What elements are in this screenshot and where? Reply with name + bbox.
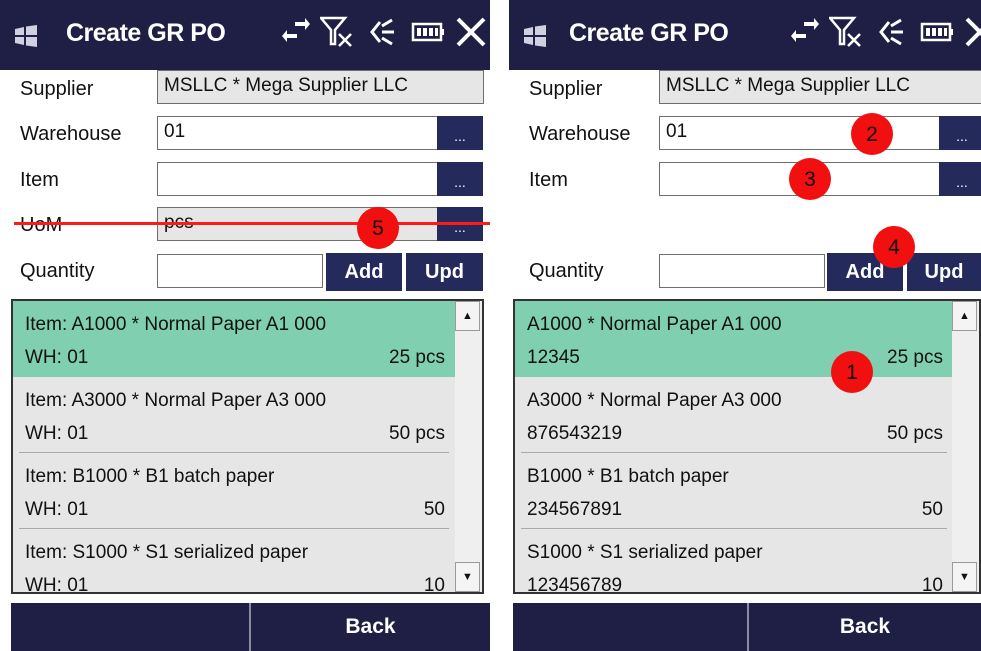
list-item-title: Item: B1000 * B1 batch paper bbox=[25, 466, 275, 487]
list-item-code: 123456789 bbox=[527, 575, 623, 594]
list-item-quantity: 50 pcs bbox=[887, 423, 943, 444]
item-list[interactable]: Item: A1000 * Normal Paper A1 000 WH: 01… bbox=[11, 299, 484, 594]
scroll-down-icon[interactable]: ▼ bbox=[952, 562, 977, 592]
list-item-title: A3000 * Normal Paper A3 000 bbox=[527, 390, 782, 411]
windows-logo-icon[interactable] bbox=[523, 25, 547, 47]
sync-icon bbox=[282, 18, 310, 42]
list-item[interactable]: Item: A1000 * Normal Paper A1 000 WH: 01… bbox=[13, 301, 455, 377]
page-title: Create GR PO bbox=[569, 19, 729, 47]
left-screen: Create GR PO Supplier MSLLC * Mega Suppl… bbox=[0, 0, 490, 651]
item-label: Item bbox=[20, 169, 59, 191]
close-icon[interactable] bbox=[964, 16, 981, 48]
update-button[interactable]: Upd bbox=[406, 253, 483, 291]
page-title: Create GR PO bbox=[66, 19, 226, 47]
no-signal-icon bbox=[829, 16, 861, 47]
list-item-quantity: 10 bbox=[921, 575, 943, 594]
list-item-warehouse: WH: 01 bbox=[25, 575, 89, 594]
list-item-quantity: 10 bbox=[423, 575, 445, 594]
annotation-marker: 3 bbox=[789, 158, 831, 200]
windows-logo-icon[interactable] bbox=[14, 25, 38, 47]
warehouse-lookup-button[interactable]: ... bbox=[437, 116, 483, 150]
back-button[interactable]: Back bbox=[749, 603, 981, 651]
item-lookup-button[interactable]: ... bbox=[939, 162, 981, 196]
battery-icon bbox=[920, 22, 953, 42]
list-item[interactable]: Item: B1000 * B1 batch paper WH: 01 50 bbox=[13, 453, 455, 529]
list-item-title: Item: A3000 * Normal Paper A3 000 bbox=[25, 390, 327, 411]
list-item-title: S1000 * S1 serialized paper bbox=[527, 542, 763, 563]
list-item[interactable]: Item: S1000 * S1 serialized paper WH: 01… bbox=[13, 529, 455, 594]
scroll-up-icon[interactable]: ▲ bbox=[455, 301, 480, 331]
list-item-quantity: 50 bbox=[921, 499, 943, 520]
list-item-code: 12345 bbox=[527, 347, 580, 368]
warehouse-label: Warehouse bbox=[20, 123, 122, 145]
warehouse-field[interactable]: 01 bbox=[659, 116, 940, 150]
supplier-field: MSLLC * Mega Supplier LLC bbox=[659, 70, 981, 104]
back-button[interactable]: Back bbox=[251, 603, 490, 651]
update-button[interactable]: Upd bbox=[907, 253, 981, 291]
add-button[interactable]: Add bbox=[326, 253, 402, 291]
supplier-label: Supplier bbox=[529, 78, 603, 100]
list-item-title: Item: A1000 * Normal Paper A1 000 bbox=[25, 314, 327, 335]
list-item-title: A1000 * Normal Paper A1 000 bbox=[527, 314, 782, 335]
warehouse-lookup-button[interactable]: ... bbox=[939, 116, 981, 150]
list-item[interactable]: A3000 * Normal Paper A3 000 876543219 50… bbox=[515, 377, 953, 453]
list-item-quantity: 50 bbox=[423, 499, 445, 520]
list-item-code: 876543219 bbox=[527, 423, 623, 444]
list-item[interactable]: S1000 * S1 serialized paper 123456789 10 bbox=[515, 529, 953, 594]
bottom-bar: Back bbox=[513, 603, 981, 651]
close-icon[interactable] bbox=[455, 16, 487, 48]
speaker-icon bbox=[879, 18, 903, 46]
item-field[interactable] bbox=[157, 162, 438, 196]
list-item-warehouse: WH: 01 bbox=[25, 499, 89, 520]
supplier-field: MSLLC * Mega Supplier LLC bbox=[157, 70, 484, 104]
scroll-up-icon[interactable]: ▲ bbox=[952, 301, 977, 331]
quantity-field[interactable] bbox=[659, 254, 825, 288]
annotation-marker: 2 bbox=[851, 113, 893, 155]
supplier-label: Supplier bbox=[20, 78, 94, 100]
scrollbar[interactable]: ▲ ▼ bbox=[952, 301, 979, 592]
warehouse-label: Warehouse bbox=[529, 123, 631, 145]
annotation-marker: 5 bbox=[357, 207, 399, 249]
quantity-label: Quantity bbox=[529, 260, 604, 282]
scroll-down-icon[interactable]: ▼ bbox=[455, 562, 480, 592]
annotation-marker: 4 bbox=[873, 226, 915, 268]
list-item-title: B1000 * B1 batch paper bbox=[527, 466, 729, 487]
list-item-quantity: 25 pcs bbox=[389, 347, 445, 368]
quantity-field[interactable] bbox=[157, 254, 323, 288]
list-item-title: Item: S1000 * S1 serialized paper bbox=[25, 542, 309, 563]
warehouse-field[interactable]: 01 bbox=[157, 116, 438, 150]
quantity-label: Quantity bbox=[20, 260, 95, 282]
list-item-quantity: 50 pcs bbox=[389, 423, 445, 444]
strikethrough-line bbox=[14, 222, 490, 225]
list-item-quantity: 25 pcs bbox=[887, 347, 943, 368]
item-label: Item bbox=[529, 169, 568, 191]
item-list[interactable]: A1000 * Normal Paper A1 000 12345 25 pcs… bbox=[513, 299, 981, 594]
uom-label: UoM bbox=[20, 214, 63, 236]
annotation-marker: 1 bbox=[831, 351, 873, 393]
list-item[interactable]: A1000 * Normal Paper A1 000 12345 25 pcs bbox=[515, 301, 953, 377]
bottom-bar: Back bbox=[11, 603, 490, 651]
no-signal-icon bbox=[320, 16, 352, 47]
item-lookup-button[interactable]: ... bbox=[437, 162, 483, 196]
sync-icon bbox=[791, 18, 819, 42]
list-item-warehouse: WH: 01 bbox=[25, 347, 89, 368]
speaker-icon bbox=[370, 18, 394, 46]
scrollbar[interactable]: ▲ ▼ bbox=[455, 301, 482, 592]
list-item-code: 234567891 bbox=[527, 499, 623, 520]
list-item-warehouse: WH: 01 bbox=[25, 423, 89, 444]
battery-icon bbox=[411, 22, 444, 42]
list-item[interactable]: B1000 * B1 batch paper 234567891 50 bbox=[515, 453, 953, 529]
right-screen: Create GR PO Supplier MSLLC * Mega Suppl… bbox=[509, 0, 981, 651]
title-bar: Create GR PO bbox=[0, 0, 490, 70]
title-bar: Create GR PO bbox=[509, 0, 981, 70]
list-item[interactable]: Item: A3000 * Normal Paper A3 000 WH: 01… bbox=[13, 377, 455, 453]
